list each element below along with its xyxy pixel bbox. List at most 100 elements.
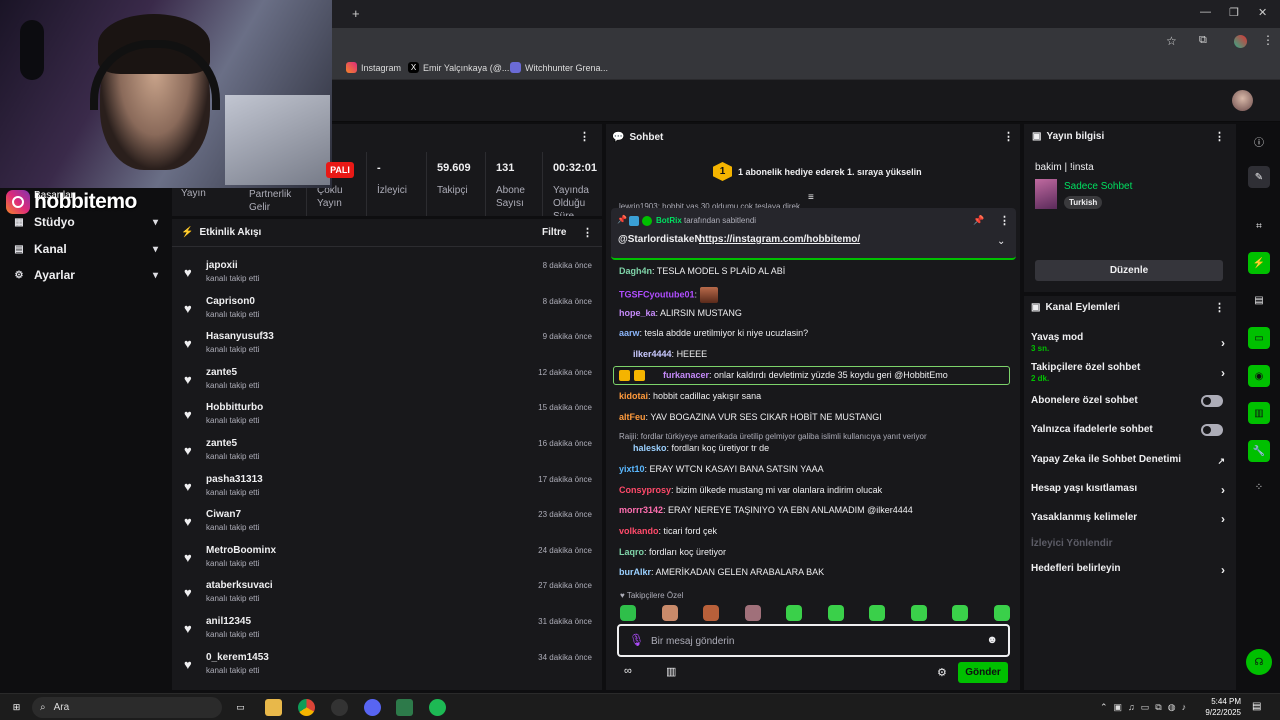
activity-feed-item[interactable]: ♥ ataberksuvaci kanalı takip etti 27 dakika… (172, 575, 602, 610)
chat-username[interactable]: ilker4444 (633, 349, 672, 359)
app-icon[interactable] (331, 699, 348, 716)
more-options-icon[interactable]: ⋮ (1214, 301, 1225, 314)
unpin-icon[interactable]: 📌 (973, 215, 984, 226)
pinned-message[interactable]: 📌 BotRix tarafından sabitlendi 📌 ⋮ @Star… (611, 208, 1016, 260)
gift-leaderboard-banner[interactable]: 1 1 abonelik hediye ederek 1. sıraya yük… (713, 162, 922, 181)
nav-channel[interactable]: ▤ Kanal ▾ (0, 236, 172, 262)
browser-menu-icon[interactable]: ⋮ (1262, 33, 1274, 47)
microphone-icon[interactable]: 🎙 (629, 633, 644, 647)
chat-username[interactable]: yixt10 (619, 464, 645, 474)
bookmark-witchhunter[interactable]: Witchhunter Grena... (510, 62, 608, 73)
chat-username[interactable]: Consyprosy (619, 485, 671, 495)
channel-action-item[interactable]: Yasaklanmış kelimeler › (1031, 512, 1229, 526)
chat-username[interactable]: Dagh4n (619, 266, 652, 276)
layout-icon[interactable]: ▥ (1248, 402, 1270, 424)
taskbar-search[interactable]: ⌕ Ara (32, 697, 222, 718)
chat-message[interactable]: altFeu: YAV BOGAZINA VUR SES CIKAR HOBİT… (619, 412, 882, 422)
chat-message[interactable]: ilker4444: HEEEE (633, 349, 707, 359)
stream-tag[interactable]: Turkish (1064, 196, 1103, 209)
store-icon[interactable]: ▥ (666, 665, 676, 678)
chat-message[interactable]: TGSFCyoutube01: (619, 287, 718, 303)
chrome-icon[interactable] (298, 699, 315, 716)
chat-message[interactable]: Consyprosy: bizim ülkede mustang mi var … (619, 485, 882, 495)
emote-icon[interactable] (744, 605, 761, 621)
activity-feed-item[interactable]: ♥ anil12345 kanalı takip etti 31 dakika önc… (172, 611, 602, 646)
task-view-icon[interactable]: ▭ (232, 699, 249, 716)
minimize-button[interactable]: — (1200, 6, 1211, 18)
chat-input[interactable]: 🎙 Bir mesaj gönderin ☻ (617, 624, 1010, 657)
emote-icon[interactable] (910, 605, 927, 621)
channel-action-item[interactable]: Yavaş mod 3 sn. › (1031, 332, 1229, 353)
emote-icon[interactable] (661, 605, 678, 621)
emote-icon[interactable] (993, 605, 1010, 621)
channel-points-icon[interactable]: ∞ (624, 665, 632, 677)
file-explorer-icon[interactable] (265, 699, 282, 716)
more-options-icon[interactable]: ⋮ (1214, 130, 1225, 143)
drag-handle-icon[interactable]: ≡ (808, 192, 814, 203)
crop-icon[interactable]: ⌗ (1248, 215, 1270, 237)
help-headset-icon[interactable]: ☊ (1246, 649, 1272, 675)
restore-button[interactable]: ❐ (1229, 6, 1239, 19)
discord-icon[interactable] (364, 699, 381, 716)
chat-message[interactable]: Laqro: fordları koç üretiyor (619, 547, 726, 557)
document-icon[interactable]: ▤ (1248, 289, 1270, 311)
bookmark-emir[interactable]: X Emir Yalçınkaya (@... (408, 62, 509, 73)
channel-action-item[interactable]: Hedefleri belirleyin › (1031, 563, 1229, 577)
chat-username[interactable]: burAlkr (619, 567, 651, 577)
toggle-switch[interactable] (1201, 424, 1223, 436)
activity-feed-item[interactable]: ♥ japoxii kanalı takip etti 8 dakika önce (172, 255, 602, 290)
pinned-link[interactable]: https://instagram.com/hobbitemo/ (699, 234, 860, 245)
activity-feed-item[interactable]: ♥ Caprison0 kanalı takip etti 8 dakika önce (172, 291, 602, 326)
chat-settings-icon[interactable]: ⚙ (937, 666, 947, 679)
channel-action-item[interactable]: Yapay Zeka ile Sohbet Denetimi ↗ (1031, 454, 1229, 466)
emote-picker-icon[interactable]: ☻ (986, 634, 998, 646)
chat-username[interactable]: halesko (633, 443, 667, 453)
chat-bubble-icon[interactable]: ▭ (1248, 327, 1270, 349)
chat-message[interactable]: morrr3142: ERAY NEREYE TAŞINIYO YA EBN A… (619, 505, 913, 515)
bookmark-instagram[interactable]: Instagram (346, 62, 401, 73)
activity-feed-item[interactable]: ♥ zante5 kanalı takip etti 16 dakika önce (172, 433, 602, 468)
chat-message[interactable]: aarw: tesla abdde uretilmiyor ki niye uc… (619, 328, 808, 338)
nav-settings[interactable]: ⚙ Ayarlar ▾ (0, 262, 172, 288)
chat-username[interactable]: Laqro (619, 547, 644, 557)
chat-username[interactable]: furkanacer (663, 370, 709, 380)
new-tab-button[interactable]: + (352, 6, 360, 21)
emote-icon[interactable] (786, 605, 802, 621)
emote-icon[interactable] (952, 605, 968, 621)
activity-feed-item[interactable]: ♥ Ciwan7 kanalı takip etti 23 dakika önce (172, 504, 602, 539)
emote-icon[interactable] (620, 605, 636, 621)
activity-feed-item[interactable]: ♥ Hobbitturbo kanalı takip etti 15 dakika ö… (172, 397, 602, 432)
channel-action-item[interactable]: Abonelere özel sohbet (1031, 395, 1229, 407)
chat-username[interactable]: TGSFCyoutube01 (619, 289, 695, 299)
chat-message[interactable]: hope_ka: ALIRSIN MUSTANG (619, 308, 742, 318)
send-button[interactable]: Gönder (958, 662, 1008, 683)
chat-message[interactable]: kidotai: hobbit cadillac yakışır sana (619, 391, 761, 401)
chat-username[interactable]: kidotai (619, 391, 648, 401)
filter-button[interactable]: Filtre (542, 227, 566, 238)
more-options-icon[interactable]: ⋮ (1003, 130, 1014, 143)
channel-action-item[interactable]: Yalnızca ifadelerle sohbet (1031, 424, 1229, 436)
activity-feed-item[interactable]: ♥ MetroBoominx kanalı takip etti 24 dakika … (172, 540, 602, 575)
apps-icon[interactable]: ⁘ (1248, 476, 1270, 498)
chat-username[interactable]: altFeu (619, 412, 646, 422)
chat-message[interactable]: Dagh4n: TESLA MODEL S PLAİD AL ABİ (619, 266, 785, 276)
edit-button[interactable]: Düzenle (1035, 260, 1223, 281)
emote-icon[interactable] (827, 605, 844, 621)
channel-action-item[interactable]: İzleyici Yönlendir (1031, 538, 1229, 549)
stream-category[interactable]: Sadece Sohbet (1064, 181, 1132, 192)
activity-feed-item[interactable]: ♥ Hasanyusuf33 kanalı takip etti 9 dakika ö… (172, 326, 602, 361)
bookmark-star-icon[interactable]: ☆ (1166, 34, 1177, 48)
emote-icon[interactable] (869, 605, 885, 621)
spotify-icon[interactable] (429, 699, 446, 716)
profile-avatar[interactable] (1234, 35, 1247, 48)
user-avatar[interactable] (1232, 90, 1253, 111)
more-options-icon[interactable]: ⋮ (999, 214, 1010, 227)
chat-message[interactable]: furkanacer: onlar kaldırdı devletimiz yü… (663, 370, 948, 380)
more-options-icon[interactable]: ⋮ (582, 226, 593, 239)
chat-username[interactable]: aarw (619, 328, 640, 338)
activity-feed-item[interactable]: ♥ zante5 kanalı takip etti 12 dakika önce (172, 362, 602, 397)
chat-username[interactable]: volkando (619, 526, 659, 536)
chat-message[interactable]: volkando: ticari ford çek (619, 526, 717, 536)
chat-message[interactable]: burAlkr: AMERİKADAN GELEN ARABALARA BAK (619, 567, 824, 577)
wrench-icon[interactable]: 🔧 (1248, 440, 1270, 462)
